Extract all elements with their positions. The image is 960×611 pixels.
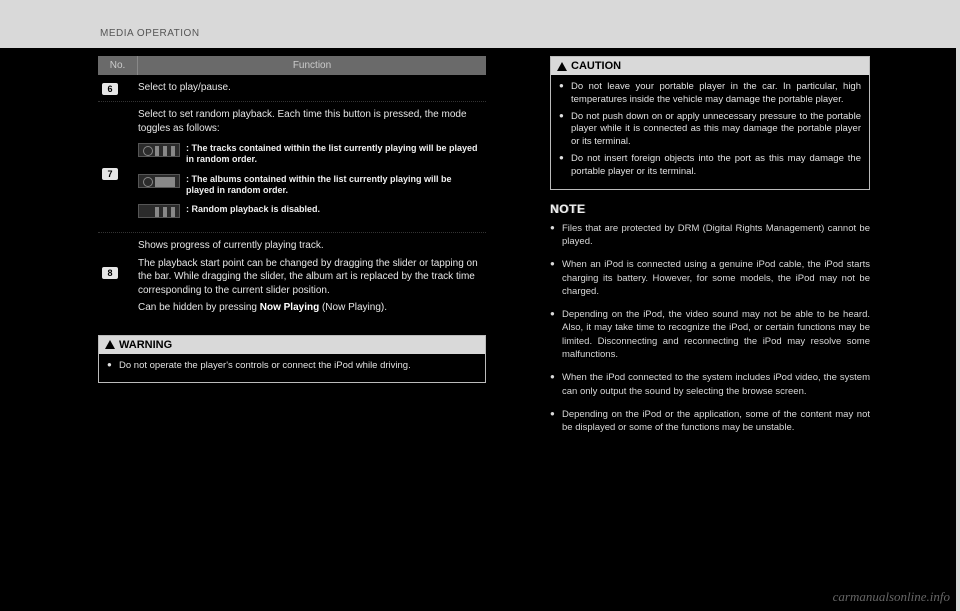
now-playing-label: Now Playing (260, 302, 319, 313)
row-8-p3: Can be hidden by pressing Now Playing (N… (138, 301, 482, 315)
row-8-p1: Shows progress of currently playing trac… (138, 239, 482, 253)
function-row-8: 8 Shows progress of currently playing tr… (98, 233, 486, 321)
right-column: CAUTION Do not leave your portable playe… (550, 56, 870, 445)
shuffle-off-text: : Random playback is disabled. (186, 204, 320, 218)
header-function: Function (138, 56, 486, 75)
header-no: No. (98, 56, 138, 75)
caution-body: Do not leave your portable player in the… (551, 75, 869, 189)
warning-body: Do not operate the player's controls or … (99, 354, 485, 383)
warning-box: WARNING Do not operate the player's cont… (98, 335, 486, 384)
note-title: NOTE (550, 202, 870, 216)
row-number-8: 8 (102, 267, 118, 279)
note-list: Files that are protected by DRM (Digital… (550, 222, 870, 435)
shuffle-mode-off: : Random playback is disabled. (138, 204, 482, 218)
row-8-body: Shows progress of currently playing trac… (138, 239, 482, 315)
note-item-2: Depending on the iPod, the video sound m… (550, 308, 870, 361)
shuffle-tracks-text: : The tracks contained within the list c… (186, 143, 482, 166)
section-title: MEDIA OPERATION (100, 28, 200, 39)
function-table-header: No. Function (98, 56, 486, 75)
topbar (0, 0, 960, 48)
row-8-p3a: Can be hidden by pressing (138, 302, 260, 313)
warning-icon (105, 340, 115, 349)
function-row-6: 6 Select to play/pause. (98, 75, 486, 102)
shuffle-mode-albums: : The albums contained within the list c… (138, 174, 482, 197)
rightbar (956, 0, 960, 611)
warning-header: WARNING (99, 336, 485, 354)
caution-box: CAUTION Do not leave your portable playe… (550, 56, 870, 190)
caution-title: CAUTION (571, 60, 621, 72)
watermark: carmanualsonline.info (833, 589, 950, 605)
note-item-0: Files that are protected by DRM (Digital… (550, 222, 870, 249)
shuffle-mode-tracks: : The tracks contained within the list c… (138, 143, 482, 166)
row-number-6: 6 (102, 83, 118, 95)
row-6-text: Select to play/pause. (138, 81, 482, 95)
caution-item-2: Do not insert foreign objects into the p… (559, 153, 861, 179)
shuffle-albums-icon (138, 174, 180, 188)
warning-title: WARNING (119, 339, 172, 351)
row-7-intro: Select to set random playback. Each time… (138, 108, 482, 135)
warning-item-0: Do not operate the player's controls or … (107, 360, 477, 373)
shuffle-tracks-icon (138, 143, 180, 157)
row-7-body: Select to set random playback. Each time… (138, 108, 482, 226)
row-8-p3c: (Now Playing). (319, 302, 387, 313)
caution-icon (557, 62, 567, 71)
note-item-4: Depending on the iPod or the application… (550, 408, 870, 435)
left-column: No. Function 6 Select to play/pause. 7 S… (98, 56, 486, 393)
note-item-3: When the iPod connected to the system in… (550, 371, 870, 398)
note-item-1: When an iPod is connected using a genuin… (550, 258, 870, 298)
row-number-7: 7 (102, 168, 118, 180)
caution-header: CAUTION (551, 57, 869, 75)
shuffle-off-icon (138, 204, 180, 218)
shuffle-albums-text: : The albums contained within the list c… (186, 174, 482, 197)
row-8-p2: The playback start point can be changed … (138, 257, 482, 298)
caution-item-1: Do not push down on or apply unnecessary… (559, 111, 861, 149)
caution-item-0: Do not leave your portable player in the… (559, 81, 861, 107)
function-row-7: 7 Select to set random playback. Each ti… (98, 102, 486, 233)
page: MEDIA OPERATION No. Function 6 Select to… (0, 0, 960, 611)
